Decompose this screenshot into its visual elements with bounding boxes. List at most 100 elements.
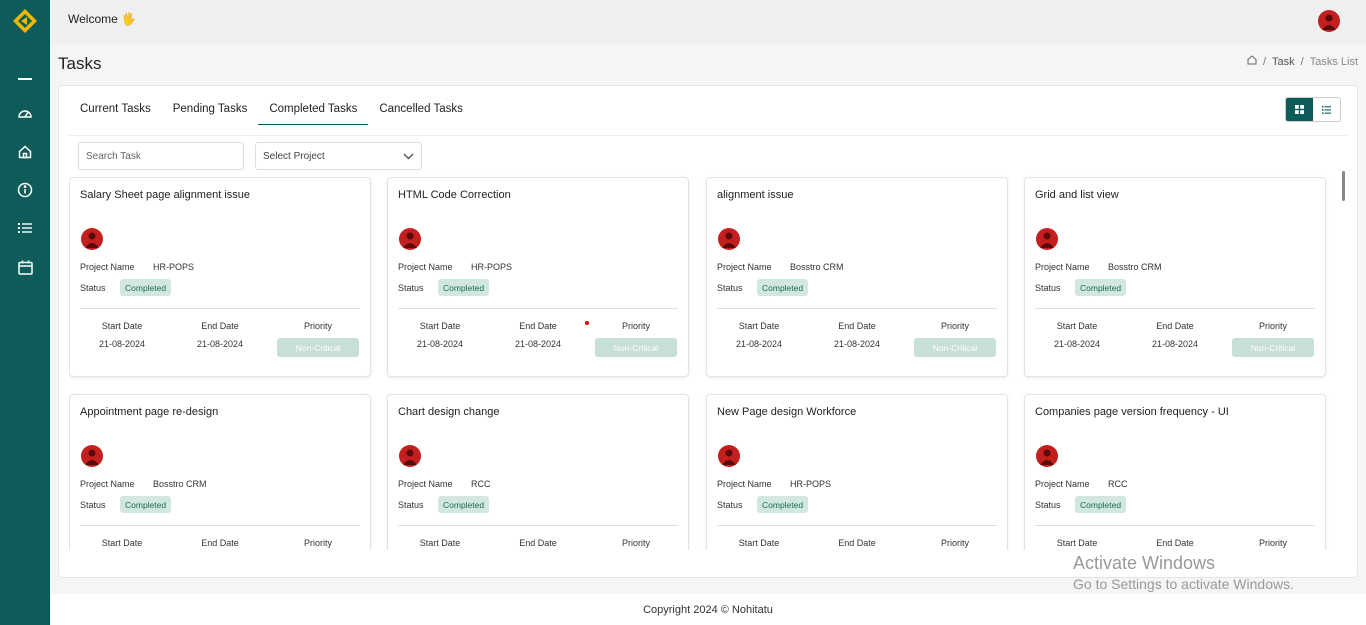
grid-view-button[interactable] (1286, 98, 1313, 121)
task-card[interactable]: HTML Code Correction Project Name HR-POPS S… (387, 177, 689, 377)
start-date-label: Start Date (101, 321, 143, 331)
assignee-avatar (399, 445, 421, 467)
start-date-value: 21-08-2024 (735, 339, 783, 349)
status-label: Status (80, 500, 106, 510)
project-name-value: Bosstro CRM (153, 479, 207, 489)
task-title[interactable]: Chart design change (398, 406, 500, 418)
select-project-dropdown[interactable]: Select Project (255, 142, 422, 170)
task-title[interactable]: Salary Sheet page alignment issue (80, 189, 250, 201)
task-title[interactable]: Companies page version frequency - UI (1035, 406, 1229, 418)
status-label: Status (1035, 500, 1061, 510)
info-icon[interactable] (15, 180, 35, 200)
priority-label: Priority (940, 538, 969, 548)
tab-completed-tasks[interactable]: Completed Tasks (258, 98, 369, 125)
calendar-icon[interactable] (15, 257, 35, 277)
project-name-label: Project Name (398, 262, 453, 272)
project-name-label: Project Name (80, 479, 135, 489)
status-badge: Completed (1075, 496, 1127, 513)
list-view-button[interactable] (1313, 98, 1340, 121)
project-name-value: HR-POPS (153, 262, 195, 272)
end-date-label: End Date (519, 538, 557, 548)
breadcrumb-task[interactable]: Task (1272, 56, 1295, 68)
start-date-label: Start Date (738, 538, 780, 548)
card-divider (398, 308, 678, 309)
task-title[interactable]: alignment issue (717, 189, 793, 201)
breadcrumb-home-icon[interactable] (1247, 55, 1257, 68)
search-task-input[interactable] (78, 142, 244, 170)
status-badge: Completed (438, 279, 490, 296)
start-date-value: 21-08-2024 (98, 339, 146, 349)
select-project-label: Select Project (263, 150, 325, 162)
assignee-avatar (718, 445, 740, 467)
tab-cancelled-tasks[interactable]: Cancelled Tasks (368, 98, 474, 125)
status-label: Status (398, 283, 424, 293)
priority-label: Priority (1258, 321, 1287, 331)
project-name-value: RCC (1108, 479, 1128, 489)
status-badge: Completed (438, 496, 490, 513)
task-card[interactable]: Appointment page re-design Project Name Bo… (69, 394, 371, 550)
menu-collapse-icon[interactable] (15, 69, 35, 89)
task-title[interactable]: New Page design Workforce (717, 406, 856, 418)
tab-current-tasks[interactable]: Current Tasks (69, 98, 162, 125)
user-avatar[interactable] (1318, 10, 1340, 32)
page-title: Tasks (58, 54, 102, 73)
priority-badge: Non-Critical (277, 338, 359, 357)
task-title[interactable]: Grid and list view (1035, 189, 1119, 201)
breadcrumb-separator: / (1262, 55, 1267, 68)
end-date-label: End Date (519, 321, 557, 331)
end-date-value: 21-08-2024 (833, 339, 881, 349)
start-date-label: Start Date (738, 321, 780, 331)
card-divider (717, 308, 997, 309)
status-label: Status (80, 283, 106, 293)
task-card[interactable]: alignment issue Project Name Bosstro CRM St… (706, 177, 1008, 377)
project-name-value: HR-POPS (790, 479, 832, 489)
end-date-label: End Date (838, 538, 876, 548)
project-name-label: Project Name (80, 262, 135, 272)
project-name-label: Project Name (398, 479, 453, 489)
assignee-avatar (718, 228, 740, 250)
copyright-text: Copyright 2024 © Nohitatu (643, 604, 773, 616)
card-divider (1035, 308, 1315, 309)
task-card[interactable]: New Page design Workforce Project Name HR-… (706, 394, 1008, 550)
app-logo-icon[interactable] (12, 8, 38, 34)
task-card[interactable]: Grid and list view Project Name Bosstro CR… (1024, 177, 1326, 377)
task-list-icon[interactable] (15, 218, 35, 238)
end-date-label: End Date (1156, 538, 1194, 548)
start-date-label: Start Date (101, 538, 143, 548)
status-badge: Completed (1075, 279, 1127, 296)
start-date-value: 21-08-2024 (1053, 339, 1101, 349)
breadcrumb-current: Tasks List (1309, 55, 1358, 68)
end-date-label: End Date (838, 321, 876, 331)
project-name-label: Project Name (717, 262, 772, 272)
dashboard-icon[interactable] (15, 103, 35, 123)
start-date-value: 21-08-2024 (416, 339, 464, 349)
project-name-label: Project Name (1035, 262, 1090, 272)
card-divider (717, 525, 997, 526)
start-date-label: Start Date (419, 538, 461, 548)
task-title[interactable]: Appointment page re-design (80, 406, 218, 418)
end-date-value: 21-08-2024 (1151, 339, 1199, 349)
priority-label: Priority (303, 321, 332, 331)
project-name-value: RCC (471, 479, 491, 489)
cards-scrollbar[interactable] (1342, 171, 1345, 201)
start-date-label: Start Date (1056, 321, 1098, 331)
tabs-divider (69, 135, 1347, 136)
tab-pending-tasks[interactable]: Pending Tasks (162, 98, 259, 125)
priority-badge: Non-Critical (1232, 338, 1314, 357)
status-badge: Completed (757, 279, 809, 296)
chevron-down-icon (403, 153, 414, 159)
end-date-label: End Date (201, 321, 239, 331)
task-card[interactable]: Salary Sheet page alignment issue Project… (69, 177, 371, 377)
start-date-label: Start Date (1056, 538, 1098, 548)
status-label: Status (717, 283, 743, 293)
task-card[interactable]: Companies page version frequency - UI Pro… (1024, 394, 1326, 550)
task-card[interactable]: Chart design change Project Name RCC Status… (387, 394, 689, 550)
assignee-avatar (1036, 228, 1058, 250)
project-name-value: Bosstro CRM (1108, 262, 1162, 272)
status-badge: Completed (120, 279, 172, 296)
status-label: Status (717, 500, 743, 510)
home-icon[interactable] (15, 142, 35, 162)
project-name-label: Project Name (1035, 479, 1090, 489)
priority-label: Priority (1258, 538, 1287, 548)
task-title[interactable]: HTML Code Correction (398, 189, 511, 201)
